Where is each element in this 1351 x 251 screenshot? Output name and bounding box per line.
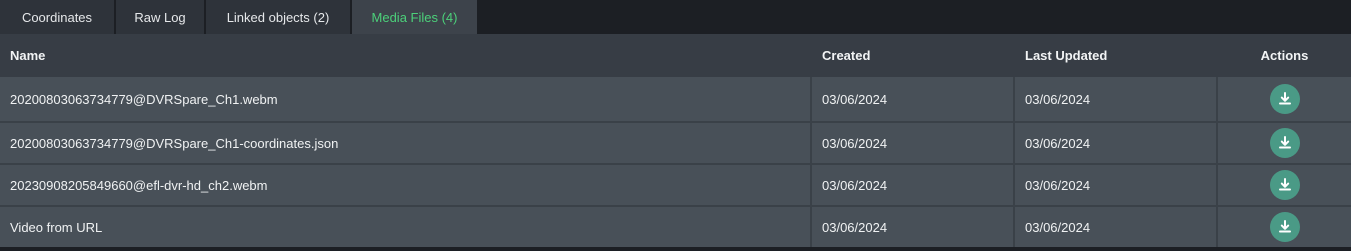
- table-row: 20200803063734779@DVRSpare_Ch1-coordinat…: [0, 121, 1351, 163]
- updated-date: 03/06/2024: [1015, 123, 1218, 163]
- tab-linked-objects[interactable]: Linked objects (2): [206, 0, 350, 34]
- column-header-name[interactable]: Name: [0, 48, 812, 63]
- file-name: Video from URL: [0, 207, 812, 247]
- updated-date: 03/06/2024: [1015, 77, 1218, 121]
- created-date: 03/06/2024: [812, 123, 1015, 163]
- table-row: 20200803063734779@DVRSpare_Ch1.webm 03/0…: [0, 77, 1351, 121]
- created-date: 03/06/2024: [812, 165, 1015, 205]
- download-button[interactable]: [1269, 128, 1300, 158]
- table-header: Name Created Last Updated Actions: [0, 34, 1351, 77]
- column-header-actions: Actions: [1260, 48, 1309, 63]
- actions-cell: [1218, 207, 1351, 247]
- tab-label: Linked objects (2): [226, 9, 330, 25]
- tab-label: Coordinates: [21, 9, 93, 25]
- tab-label: Media Files (4): [371, 9, 458, 25]
- actions-cell: [1218, 165, 1351, 205]
- file-name: 20200803063734779@DVRSpare_Ch1-coordinat…: [0, 123, 812, 163]
- media-files-table: Name Created Last Updated Actions 202008…: [0, 34, 1351, 247]
- download-icon: [1278, 220, 1291, 233]
- table-row: 20230908205849660@efl-dvr-hd_ch2.webm 03…: [0, 163, 1351, 205]
- tab-coordinates[interactable]: Coordinates: [0, 0, 114, 34]
- download-button[interactable]: [1269, 170, 1300, 200]
- table-row: Video from URL 03/06/2024 03/06/2024: [0, 205, 1351, 247]
- media-files-panel: Coordinates Raw Log Linked objects (2) M…: [0, 0, 1351, 251]
- tab-raw-log[interactable]: Raw Log: [116, 0, 204, 34]
- download-icon: [1278, 178, 1291, 191]
- actions-cell: [1218, 123, 1351, 163]
- actions-cell: [1218, 77, 1351, 121]
- tab-media-files[interactable]: Media Files (4): [352, 0, 477, 34]
- column-header-last-updated[interactable]: Last Updated: [1015, 48, 1218, 63]
- tab-bar: Coordinates Raw Log Linked objects (2) M…: [0, 0, 1351, 34]
- file-name: 20200803063734779@DVRSpare_Ch1.webm: [0, 77, 812, 121]
- updated-date: 03/06/2024: [1015, 165, 1218, 205]
- column-header-created[interactable]: Created: [812, 48, 1015, 63]
- download-button[interactable]: [1269, 84, 1300, 114]
- created-date: 03/06/2024: [812, 207, 1015, 247]
- updated-date: 03/06/2024: [1015, 207, 1218, 247]
- download-button[interactable]: [1269, 212, 1300, 242]
- file-name: 20230908205849660@efl-dvr-hd_ch2.webm: [0, 165, 812, 205]
- download-icon: [1278, 136, 1291, 149]
- tab-label: Raw Log: [134, 9, 186, 25]
- download-icon: [1278, 92, 1291, 105]
- created-date: 03/06/2024: [812, 77, 1015, 121]
